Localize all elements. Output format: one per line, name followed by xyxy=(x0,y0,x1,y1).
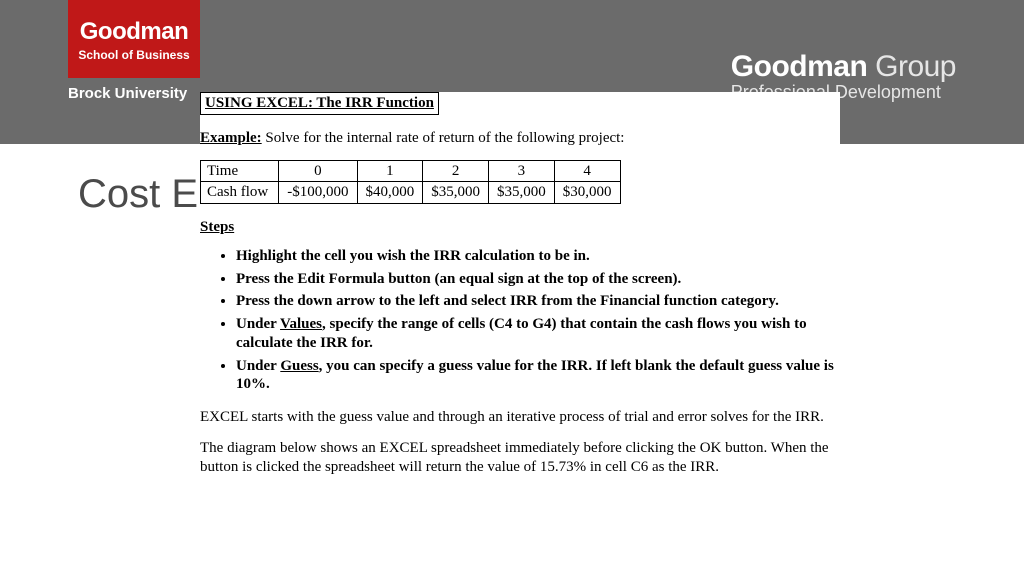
step-text: , you can specify a guess value for the … xyxy=(236,358,834,393)
goodman-red-line1: Goodman xyxy=(68,18,200,46)
table-row: Time 0 1 2 3 4 xyxy=(201,160,621,182)
table-cell: 1 xyxy=(357,160,423,182)
goodman-red-logo: Goodman School of Business xyxy=(68,0,200,78)
step-underline: Guess xyxy=(280,358,318,374)
table-cell: $30,000 xyxy=(554,182,620,204)
step-underline: Values xyxy=(280,316,322,332)
document-panel: USING EXCEL: The IRR Function Example: S… xyxy=(200,92,840,576)
table-cell: 4 xyxy=(554,160,620,182)
slide-title: Cost E xyxy=(78,172,198,217)
goodman-red-line2: School of Business xyxy=(68,48,200,62)
steps-heading: Steps xyxy=(200,218,840,237)
table-cell: 2 xyxy=(423,160,489,182)
goodman-group-light: Group xyxy=(867,50,956,83)
brock-university-label: Brock University xyxy=(68,85,187,102)
table-row-label: Time xyxy=(201,160,279,182)
step-text: Under xyxy=(236,316,280,332)
table-cell: 0 xyxy=(279,160,357,182)
paragraph: EXCEL starts with the guess value and th… xyxy=(200,408,840,427)
table-row-label: Cash flow xyxy=(201,182,279,204)
paragraph: The diagram below shows an EXCEL spreads… xyxy=(200,439,840,477)
table-cell: $35,000 xyxy=(423,182,489,204)
list-item: Press the Edit Formula button (an equal … xyxy=(236,270,840,289)
step-text: Under xyxy=(236,358,280,374)
doc-heading: USING EXCEL: The IRR Function xyxy=(200,92,439,115)
goodman-group-bold: Goodman xyxy=(731,50,868,83)
example-label: Example: xyxy=(200,130,262,146)
table-cell: -$100,000 xyxy=(279,182,357,204)
table-cell: $35,000 xyxy=(489,182,555,204)
list-item: Under Values, specify the range of cells… xyxy=(236,315,840,353)
list-item: Highlight the cell you wish the IRR calc… xyxy=(236,247,840,266)
example-text: Solve for the internal rate of return of… xyxy=(262,130,625,146)
list-item: Press the down arrow to the left and sel… xyxy=(236,292,840,311)
steps-list: Highlight the cell you wish the IRR calc… xyxy=(200,247,840,394)
table-cell: 3 xyxy=(489,160,555,182)
example-line: Example: Solve for the internal rate of … xyxy=(200,129,840,148)
table-cell: $40,000 xyxy=(357,182,423,204)
cashflow-table: Time 0 1 2 3 4 Cash flow -$100,000 $40,0… xyxy=(200,160,621,205)
table-row: Cash flow -$100,000 $40,000 $35,000 $35,… xyxy=(201,182,621,204)
step-text: , specify the range of cells (C4 to G4) … xyxy=(236,316,807,351)
list-item: Under Guess, you can specify a guess val… xyxy=(236,357,840,395)
